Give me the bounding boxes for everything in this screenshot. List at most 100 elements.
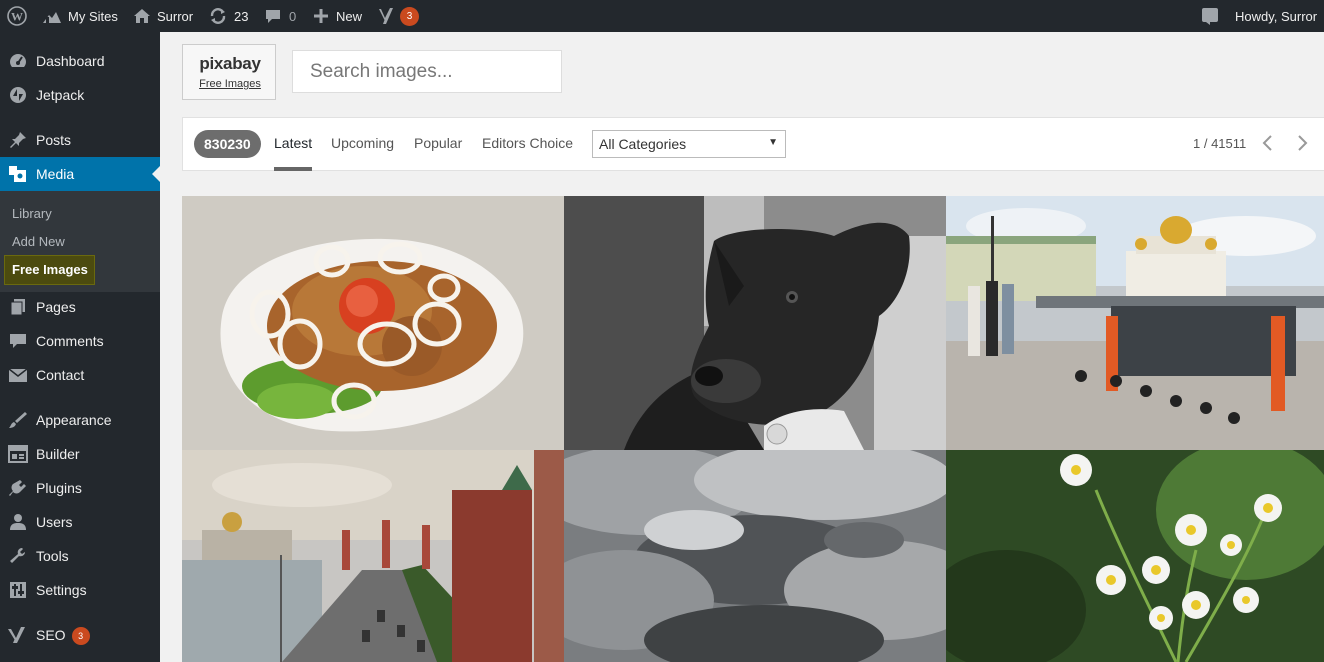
next-page-icon[interactable] [1294, 132, 1310, 154]
sidebar-label-jetpack: Jetpack [36, 87, 85, 103]
sidebar-label-dashboard: Dashboard [36, 53, 105, 69]
image-thumbnail[interactable] [946, 196, 1324, 450]
yoast-icon [8, 627, 25, 643]
mail-icon [8, 368, 28, 382]
my-sites-icon [43, 12, 61, 23]
tab-popular[interactable]: Popular [414, 135, 462, 151]
submenu-add-new[interactable]: Add New [12, 234, 65, 249]
sidebar-label-tools: Tools [36, 548, 69, 564]
seo-badge: 3 [400, 6, 419, 26]
seo-label-text: SEO [36, 627, 66, 643]
settings-icon [10, 582, 26, 598]
tab-editors-choice[interactable]: Editors Choice [482, 135, 573, 151]
sidebar-label-settings: Settings [36, 582, 87, 598]
notification-icon[interactable] [1201, 0, 1219, 32]
admin-bar: W My Sites Surror 23 0 New 3 Howdy, Surr… [0, 0, 1324, 32]
wordpress-logo-icon[interactable]: W [7, 0, 27, 32]
sidebar-label-posts: Posts [36, 132, 72, 148]
comments-menu[interactable]: 0 [265, 0, 296, 32]
comment-bubble-icon [266, 10, 280, 23]
daisy-flowers-image [946, 450, 1324, 662]
builder-icon [8, 445, 28, 463]
plus-icon [314, 9, 328, 23]
sidebar-label-pages: Pages [36, 299, 76, 315]
dropdown-arrow-icon: ▼ [768, 137, 778, 148]
media-icon [9, 166, 26, 182]
sidebar-label-builder: Builder [36, 446, 80, 462]
pixabay-brand[interactable]: pixabay Free Images [182, 44, 276, 100]
updates-icon [210, 8, 226, 24]
food-plate-image [182, 196, 564, 450]
seo-sidebar-badge: 3 [71, 627, 90, 646]
my-sites-menu[interactable]: My Sites [42, 0, 118, 32]
image-thumbnail[interactable] [946, 450, 1324, 662]
image-thumbnail[interactable] [564, 196, 946, 450]
dashboard-icon [10, 54, 26, 67]
admin-sidebar: Dashboard Jetpack Posts Media Library Ad… [0, 32, 160, 662]
jetpack-icon [10, 87, 26, 103]
sidebar-item-appearance[interactable]: Appearance [0, 403, 160, 437]
sidebar-item-jetpack[interactable]: Jetpack [0, 78, 160, 112]
dog-image [564, 196, 946, 450]
brush-icon [9, 412, 27, 428]
category-select-value: All Categories [599, 136, 687, 152]
results-count-badge: 830230 [194, 130, 261, 158]
sidebar-item-seo[interactable]: SEO 3 [0, 618, 160, 652]
users-icon [10, 514, 26, 530]
site-name-menu[interactable]: Surror [133, 0, 193, 32]
svg-text:W: W [11, 10, 23, 24]
wrench-icon [10, 548, 25, 563]
sidebar-item-posts[interactable]: Posts [0, 123, 160, 157]
sidebar-item-builder[interactable]: Builder [0, 437, 160, 471]
image-thumbnail[interactable] [564, 450, 946, 662]
sidebar-item-pages[interactable]: Pages [0, 290, 160, 324]
free-images-link[interactable]: Free Images [183, 78, 277, 90]
pin-icon [10, 132, 26, 148]
new-label: New [336, 8, 363, 24]
pagination-text: 1 / 41511 [1193, 136, 1247, 151]
sidebar-label-appearance: Appearance [36, 412, 112, 428]
sidebar-label-media: Media [36, 166, 75, 182]
tab-latest[interactable]: Latest [274, 135, 313, 171]
sidebar-label-seo: SEO 3 [36, 627, 90, 646]
home-icon [134, 9, 150, 23]
image-thumbnail[interactable] [182, 450, 564, 662]
my-sites-label: My Sites [68, 8, 118, 24]
sidebar-item-media[interactable]: Media [0, 157, 160, 191]
filter-bar: 830230 Latest Upcoming Popular Editors C… [182, 117, 1324, 171]
sidebar-label-users: Users [36, 514, 73, 530]
new-content-menu[interactable]: New [314, 0, 362, 32]
sidebar-label-plugins: Plugins [36, 480, 82, 496]
image-thumbnail[interactable] [182, 196, 564, 450]
plugin-icon [9, 480, 26, 496]
pages-icon [10, 299, 25, 316]
storm-clouds-image [564, 450, 946, 662]
comments-icon [10, 334, 26, 348]
user-greeting[interactable]: Howdy, Surror [1235, 0, 1317, 32]
sidebar-label-comments: Comments [36, 333, 104, 349]
sidebar-item-tools[interactable]: Tools [0, 539, 160, 573]
submenu-library[interactable]: Library [12, 206, 52, 221]
yoast-icon [379, 8, 393, 24]
category-select[interactable]: All Categories ▼ [592, 130, 786, 158]
tab-upcoming[interactable]: Upcoming [331, 135, 394, 151]
updates-count: 23 [234, 8, 249, 24]
sidebar-label-contact: Contact [36, 367, 85, 383]
sidebar-item-plugins[interactable]: Plugins [0, 471, 160, 505]
sidebar-item-users[interactable]: Users [0, 505, 160, 539]
sidebar-item-settings[interactable]: Settings [0, 573, 160, 607]
site-name-label: Surror [157, 8, 194, 24]
submenu-free-images[interactable]: Free Images [4, 255, 95, 285]
kremlin-embankment-image [182, 450, 564, 662]
updates-menu[interactable]: 23 [209, 0, 248, 32]
prev-page-icon[interactable] [1260, 132, 1276, 154]
search-input[interactable] [292, 50, 562, 93]
sidebar-item-comments[interactable]: Comments [0, 324, 160, 358]
seo-menu[interactable]: 3 [379, 0, 419, 32]
sidebar-item-contact[interactable]: Contact [0, 358, 160, 392]
sidebar-item-dashboard[interactable]: Dashboard [0, 44, 160, 78]
scooters-street-image [946, 196, 1324, 450]
media-submenu: Library Add New Free Images [0, 191, 160, 292]
pixabay-logo: pixabay [199, 54, 261, 73]
comments-count: 0 [289, 8, 297, 24]
